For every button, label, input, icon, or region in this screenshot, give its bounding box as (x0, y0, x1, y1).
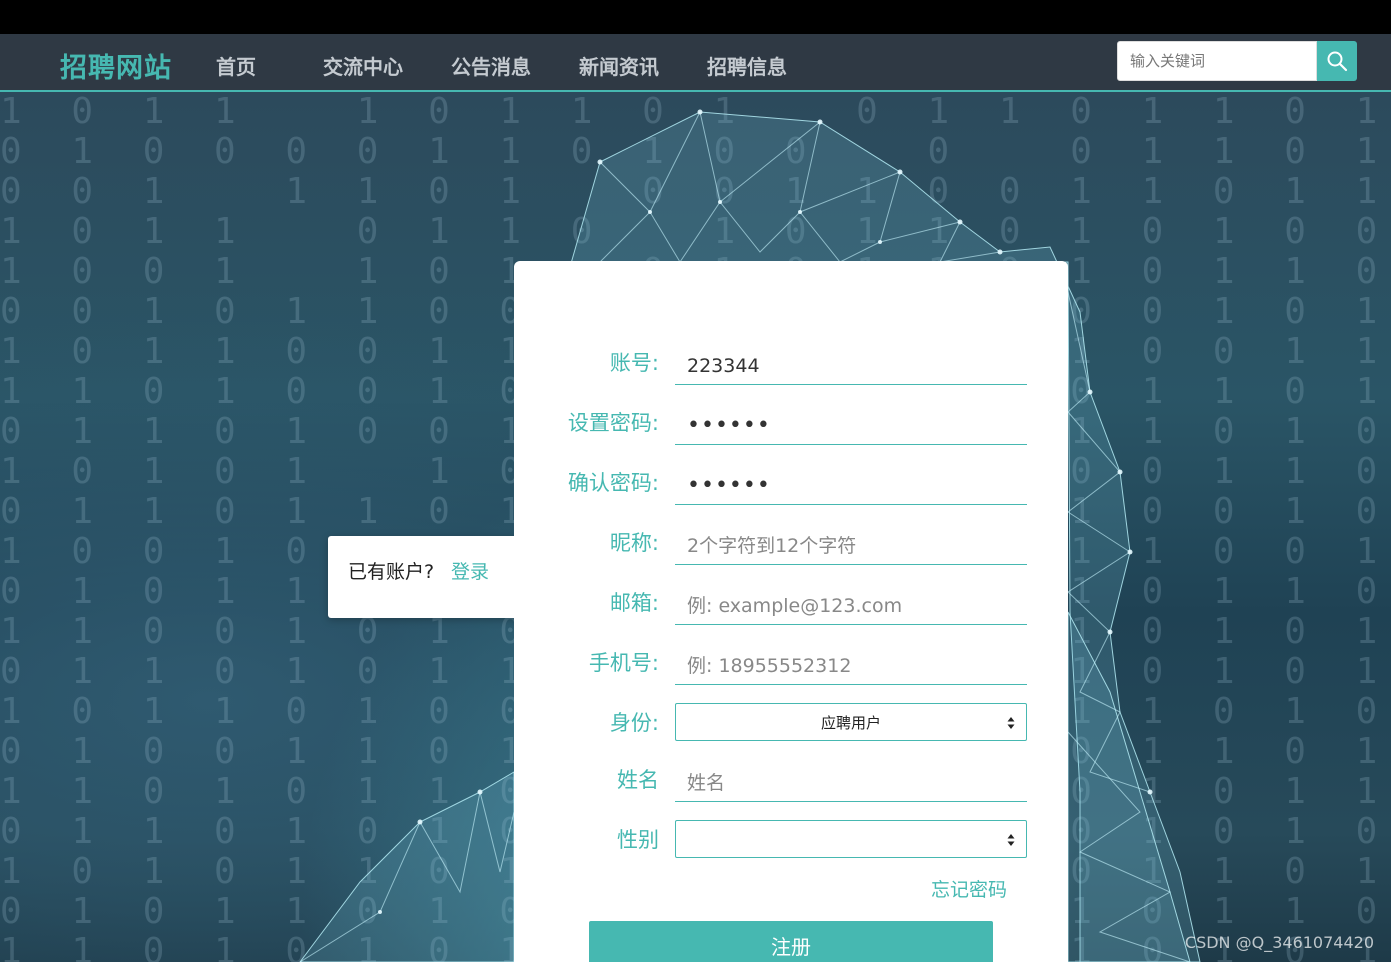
identity-select-value: 应聘用户 (820, 713, 881, 732)
name-field[interactable] (675, 764, 1027, 802)
identity-label: 身份: (609, 711, 659, 735)
confirm-password-field[interactable] (675, 467, 1027, 505)
nav-item-news[interactable]: 新闻资讯 (579, 51, 659, 80)
search-icon (1327, 51, 1348, 72)
nickname-label: 昵称: (609, 531, 659, 555)
name-label: 姓名 (617, 768, 659, 792)
brand-logo[interactable]: 招聘网站 (60, 46, 172, 85)
select-arrows-icon (1007, 834, 1015, 846)
top-black-bar (0, 0, 1391, 34)
account-field[interactable] (675, 347, 1027, 385)
watermark: CSDN @Q_3461074420 (1184, 933, 1374, 952)
confirm-password-label: 确认密码: (567, 471, 659, 495)
phone-field[interactable] (675, 647, 1027, 685)
search-button[interactable] (1317, 41, 1357, 81)
nav-item-announcements[interactable]: 公告消息 (451, 51, 531, 80)
email-label: 邮箱: (609, 591, 659, 615)
nav-item-home[interactable]: 首页 (216, 51, 256, 80)
password-field[interactable] (675, 407, 1027, 445)
nav-item-jobs[interactable]: 招聘信息 (707, 51, 787, 80)
login-prompt-card: 已有账户? 登录 (328, 536, 528, 618)
phone-label: 手机号: (588, 651, 659, 675)
login-link[interactable]: 登录 (451, 557, 489, 584)
email-field[interactable] (675, 587, 1027, 625)
login-prompt-text: 已有账户? (348, 561, 435, 583)
search-input[interactable] (1117, 41, 1317, 81)
nickname-field[interactable] (675, 527, 1027, 565)
register-button[interactable]: 注册 (589, 921, 993, 962)
register-form-card: 账号: 设置密码: 确认密码: 昵称: 邮箱: 手机号: 身份: 应聘用户 姓名… (514, 261, 1068, 962)
identity-select[interactable]: 应聘用户 (675, 703, 1027, 741)
password-label: 设置密码: (567, 411, 659, 435)
select-arrows-icon (1007, 717, 1015, 729)
gender-select[interactable] (675, 820, 1027, 858)
navbar: 招聘网站 首页 交流中心 公告消息 新闻资讯 招聘信息 (0, 34, 1391, 92)
account-label: 账号: (609, 351, 659, 375)
nav-item-exchange-center[interactable]: 交流中心 (323, 51, 403, 80)
gender-label: 性别 (617, 828, 659, 852)
forgot-password-link[interactable]: 忘记密码 (931, 875, 1007, 902)
